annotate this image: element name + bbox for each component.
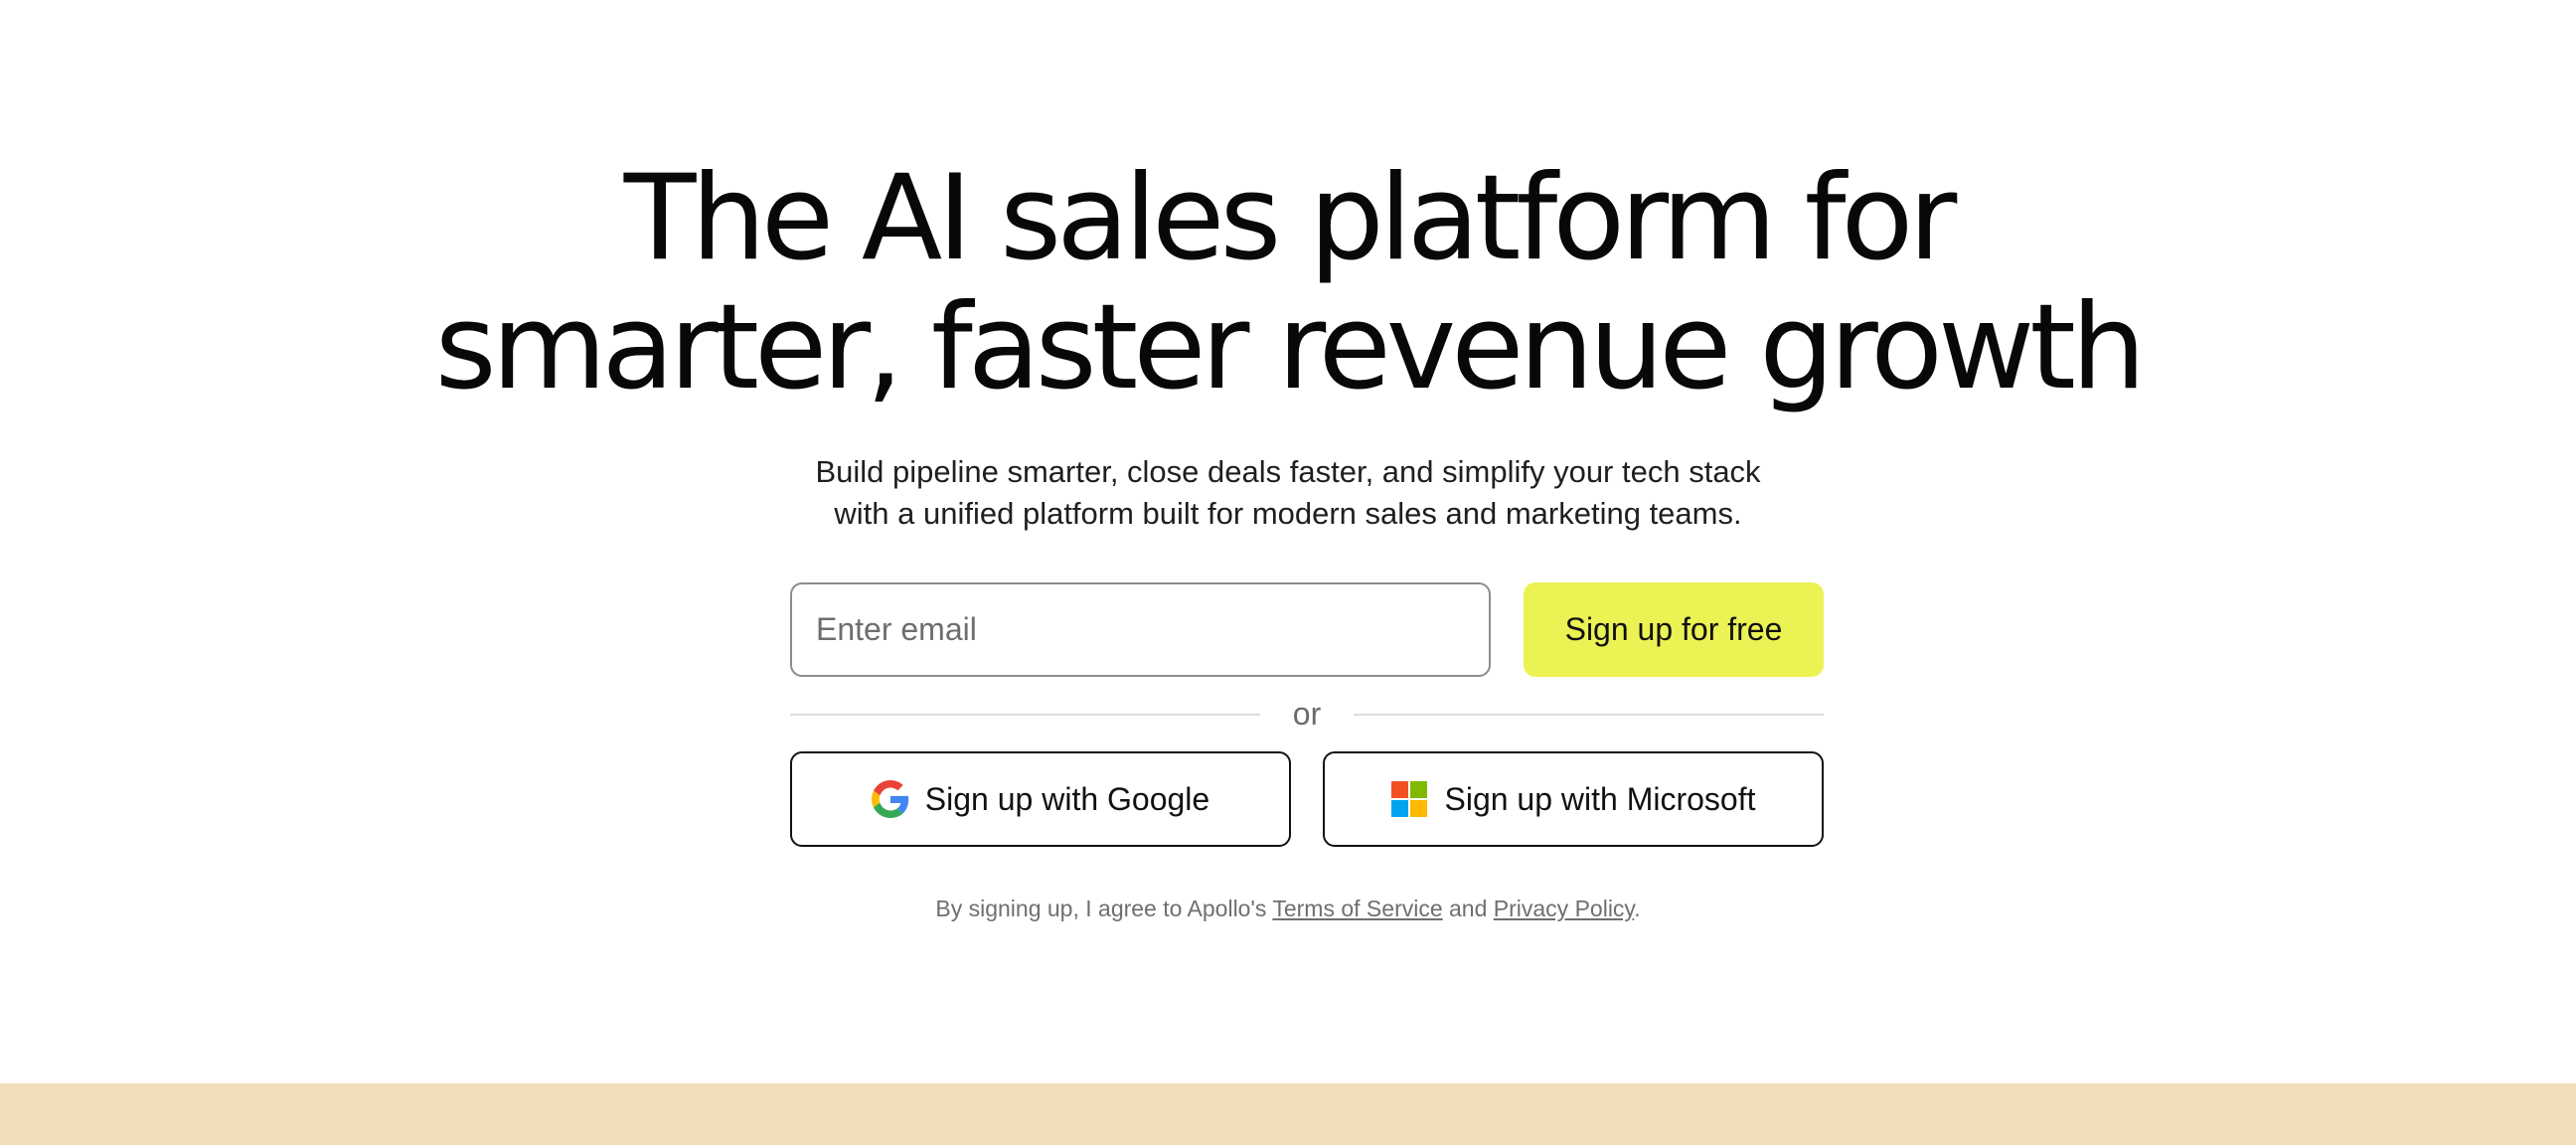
divider-right — [1354, 714, 1824, 716]
next-section-band — [0, 1083, 2576, 1145]
headline-line-2: smarter, faster revenue growth — [434, 279, 2147, 416]
legal-prefix: By signing up, I agree to Apollo's — [935, 896, 1273, 921]
subtitle-line-2: with a unified platform built for modern… — [834, 496, 1742, 531]
hero-section: The AI sales platform for smarter, faste… — [0, 0, 2576, 1083]
sign-up-google-button[interactable]: Sign up with Google — [790, 751, 1291, 847]
google-button-label: Sign up with Google — [924, 780, 1210, 817]
divider-left — [790, 714, 1260, 716]
microsoft-logo-icon — [1390, 780, 1428, 818]
google-logo-icon — [871, 780, 909, 818]
legal-conjunction: and — [1442, 896, 1494, 921]
divider-or-text: or — [1292, 696, 1322, 732]
legal-suffix: . — [1634, 896, 1641, 921]
email-input[interactable] — [790, 582, 1491, 677]
sign-up-free-button[interactable]: Sign up for free — [1524, 582, 1824, 677]
legal-notice: By signing up, I agree to Apollo's Terms… — [0, 893, 2576, 924]
headline-line-1: The AI sales platform for — [623, 150, 1958, 287]
sign-up-microsoft-button[interactable]: Sign up with Microsoft — [1323, 751, 1824, 847]
terms-of-service-link[interactable]: Terms of Service — [1272, 896, 1442, 921]
microsoft-button-label: Sign up with Microsoft — [1444, 780, 1756, 817]
privacy-policy-link[interactable]: Privacy Policy — [1494, 896, 1634, 921]
subtitle-line-1: Build pipeline smarter, close deals fast… — [815, 454, 1761, 489]
